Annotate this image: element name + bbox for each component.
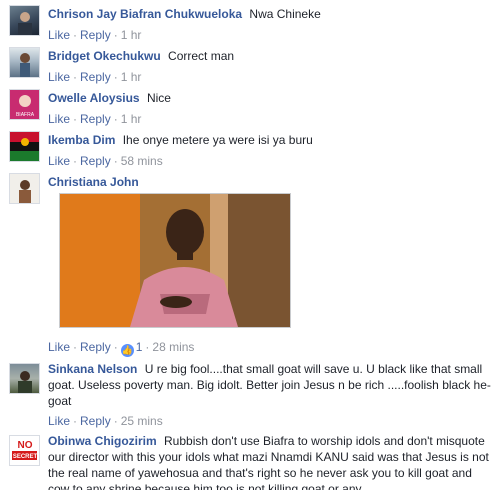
comment-body: Correct man — [168, 49, 235, 63]
like-link[interactable]: Like — [48, 154, 70, 168]
comment-body: Nice — [146, 91, 171, 105]
timestamp[interactable]: 1 hr — [121, 112, 142, 126]
avatar-caption: BIAFRA — [16, 112, 35, 118]
separator: · — [145, 340, 150, 354]
profile-photo-icon: BIAFRA — [16, 95, 35, 118]
avatar[interactable] — [9, 173, 40, 204]
comment-text: Bridget Okechukwu Correct man — [48, 48, 494, 64]
comment-actions: Like · Reply · 1 hr — [48, 28, 494, 42]
reply-link[interactable]: Reply — [80, 154, 111, 168]
like-link[interactable]: Like — [48, 28, 70, 42]
comment-actions: Like · Reply · 25 mins — [48, 414, 494, 428]
comment-author[interactable]: Chrison Jay Biafran Chukwueloka — [48, 7, 242, 21]
like-link[interactable]: Like — [48, 112, 70, 126]
separator: · — [113, 112, 118, 126]
no-secret-logo-icon: NO SECRET — [12, 440, 38, 460]
profile-photo-icon — [20, 53, 30, 77]
comment-author[interactable]: Owelle Aloysius — [48, 91, 140, 105]
comment-text: Sinkana Nelson U re big fool....that sma… — [48, 361, 494, 409]
comment-author[interactable]: Ikemba Dim — [48, 133, 115, 147]
comment-text: Ikemba Dim Ihe onye metere ya were isi y… — [48, 132, 494, 148]
separator: · — [73, 414, 78, 428]
comment-text: Obinwa Chigozirim Rubbish don't use Biaf… — [48, 433, 494, 490]
comment-photo[interactable] — [59, 193, 291, 328]
comment-actions: Like · Reply · 1 hr — [48, 70, 494, 84]
comment-item: Ikemba Dim Ihe onye metere ya were isi y… — [0, 126, 500, 168]
separator: · — [73, 70, 78, 84]
comment-author[interactable]: Obinwa Chigozirim — [48, 434, 157, 448]
separator: · — [73, 28, 78, 42]
comment-author[interactable]: Christiana John — [48, 175, 139, 189]
separator: · — [113, 28, 118, 42]
comment-item: Sinkana Nelson U re big fool....that sma… — [0, 358, 500, 430]
timestamp[interactable]: 1 hr — [121, 28, 142, 42]
like-reaction-icon[interactable]: 👍 — [120, 344, 134, 357]
like-link[interactable]: Like — [48, 70, 70, 84]
separator: · — [113, 70, 118, 84]
reply-link[interactable]: Reply — [80, 340, 111, 354]
separator: · — [73, 112, 78, 126]
comment-body: Nwa Chineke — [249, 7, 321, 21]
separator: · — [113, 414, 118, 428]
comment-actions: Like · Reply · 58 mins — [48, 154, 494, 168]
avatar[interactable] — [9, 363, 40, 394]
like-link[interactable]: Like — [48, 414, 70, 428]
comment-text: Owelle Aloysius Nice — [48, 90, 494, 106]
comment-item: NO SECRET Obinwa Chigozirim Rubbish don'… — [0, 430, 500, 490]
avatar[interactable]: BIAFRA — [9, 89, 40, 120]
separator: · — [113, 340, 118, 354]
reply-link[interactable]: Reply — [80, 414, 111, 428]
timestamp[interactable]: 58 mins — [121, 154, 163, 168]
comment-item: Bridget Okechukwu Correct man Like · Reply… — [0, 42, 500, 84]
separator: · — [73, 340, 78, 354]
timestamp[interactable]: 28 mins — [152, 340, 194, 354]
separator: · — [73, 154, 78, 168]
reply-link[interactable]: Reply — [80, 28, 111, 42]
comment-actions: Like · Reply · 👍 1 · 28 mins — [48, 340, 194, 357]
separator: · — [113, 154, 118, 168]
comment-text: Christiana John — [48, 174, 494, 190]
comment-text: Chrison Jay Biafran Chukwueloka Nwa Chin… — [48, 6, 494, 22]
avatar[interactable] — [9, 131, 40, 162]
avatar[interactable] — [9, 47, 40, 78]
logo-text-top: NO — [18, 440, 33, 451]
like-link[interactable]: Like — [48, 340, 70, 354]
biafra-flag-icon — [10, 132, 39, 161]
profile-photo-icon — [18, 371, 32, 393]
comment-author[interactable]: Sinkana Nelson — [48, 362, 137, 376]
profile-photo-icon — [19, 180, 31, 203]
comment-body: Ihe onye metere ya were isi ya buru — [122, 133, 313, 147]
timestamp[interactable]: 1 hr — [121, 70, 142, 84]
comment-item: BIAFRA Owelle Aloysius Nice Like · Reply · 1… — [0, 84, 500, 126]
man-in-traditional-attire-image — [60, 194, 290, 327]
reply-link[interactable]: Reply — [80, 70, 111, 84]
reply-link[interactable]: Reply — [80, 112, 111, 126]
reaction-count[interactable]: 1 — [136, 340, 143, 354]
avatar[interactable] — [9, 5, 40, 36]
comment-author[interactable]: Bridget Okechukwu — [48, 49, 161, 63]
avatar[interactable]: NO SECRET — [9, 435, 40, 466]
profile-photo-icon — [18, 12, 32, 35]
comment-actions: Like · Reply · 1 hr — [48, 112, 494, 126]
timestamp[interactable]: 25 mins — [121, 414, 163, 428]
logo-text-bottom: SECRET — [13, 454, 38, 460]
comment-item: Chrison Jay Biafran Chukwueloka Nwa Chin… — [0, 0, 500, 42]
